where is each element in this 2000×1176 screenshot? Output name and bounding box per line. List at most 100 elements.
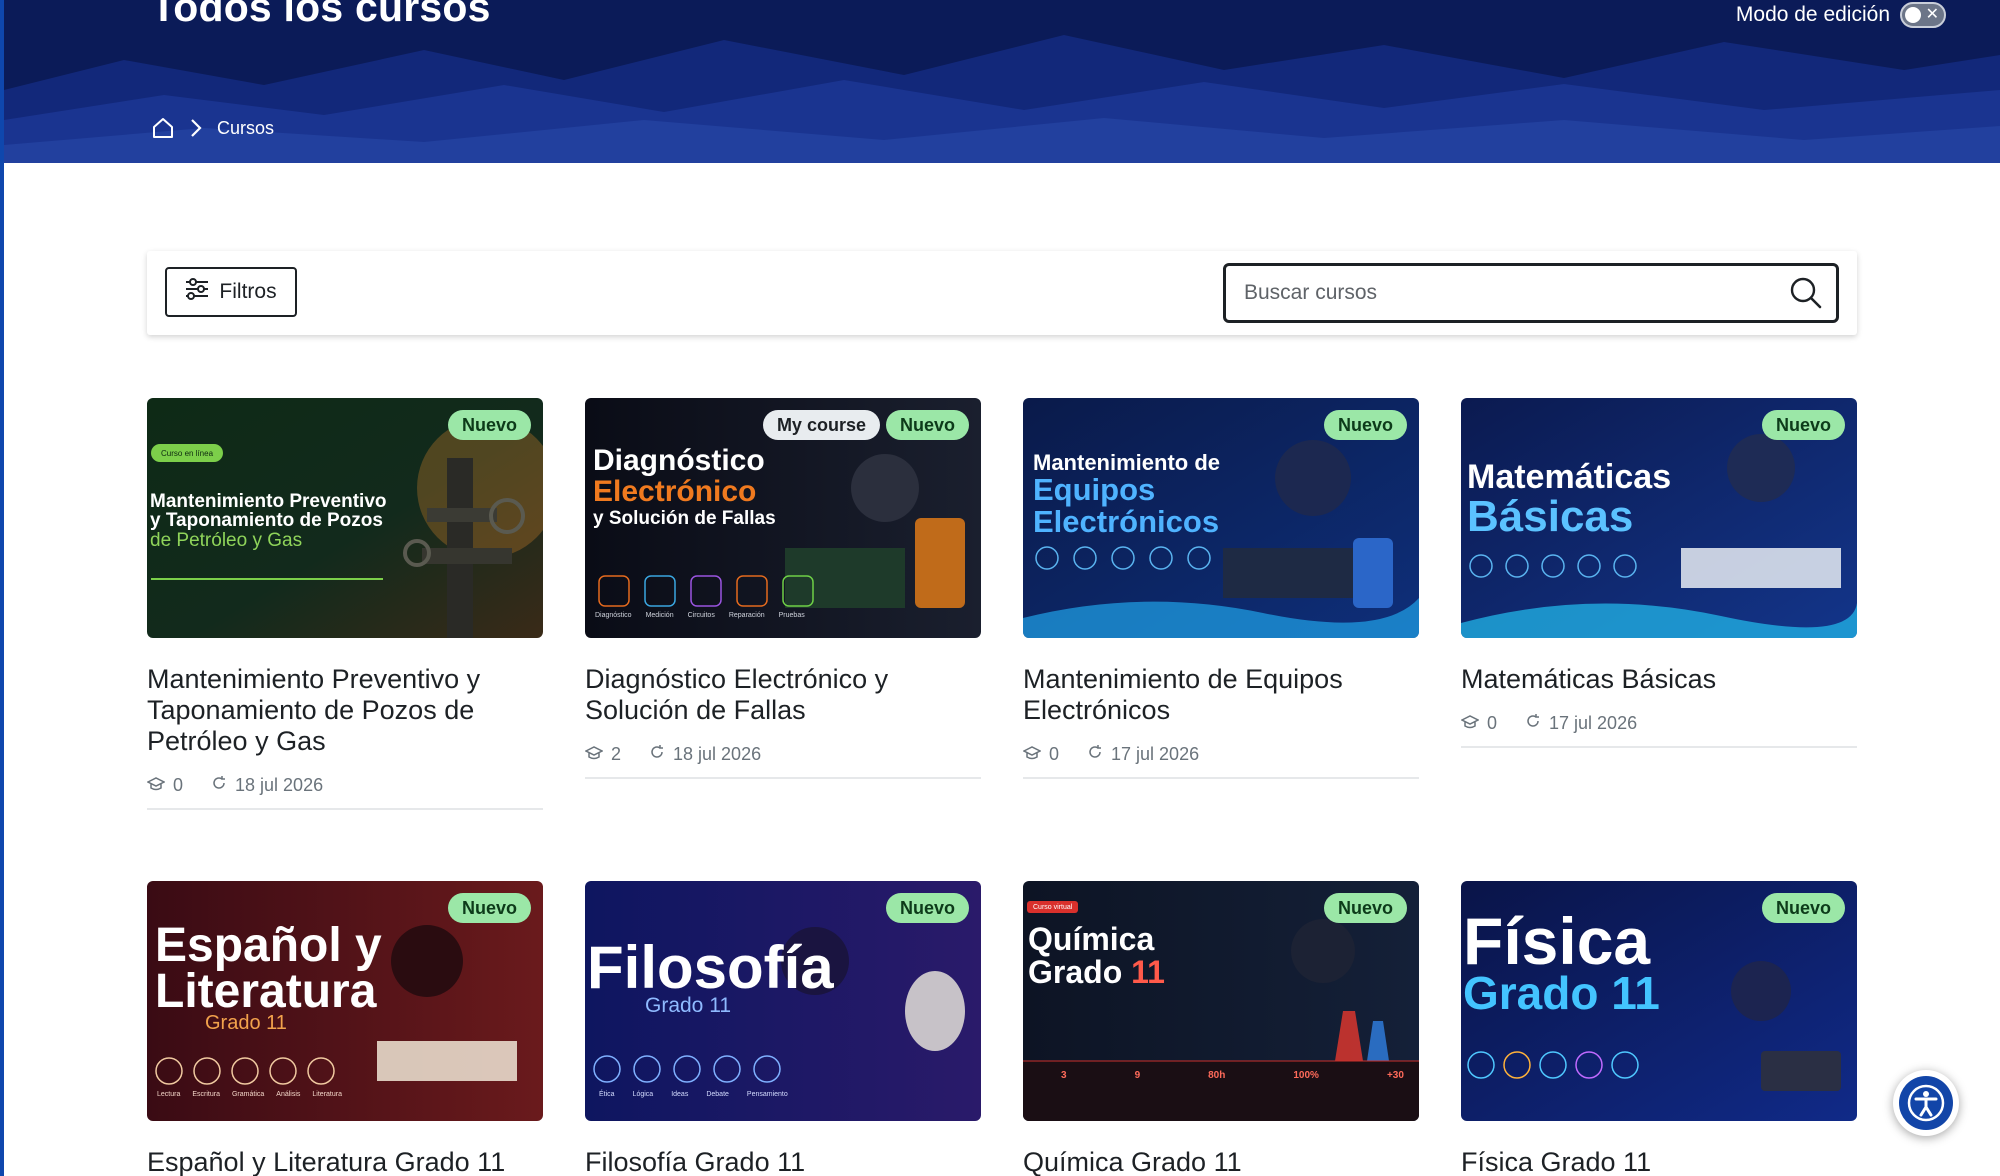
course-thumbnail[interactable]: Curso virtual Química Grado 11 3 9 80h 1… xyxy=(1023,881,1419,1121)
course-thumbnail[interactable]: Filosofía Grado 11 Ética Lógica Ideas De… xyxy=(585,881,981,1121)
thumb-line: Equipos xyxy=(1033,472,1156,508)
thumb-line: Español y xyxy=(155,919,382,972)
thumb-line: Química xyxy=(1028,921,1155,957)
new-badge: Nuevo xyxy=(1323,893,1407,923)
thumb-line: Física xyxy=(1463,904,1651,978)
home-icon[interactable] xyxy=(151,116,175,140)
edit-mode-toggle[interactable]: ✕ xyxy=(1900,2,1946,28)
my-course-badge: My course xyxy=(762,410,880,440)
course-card[interactable]: Español y Literatura Grado 11 Lectura Es… xyxy=(147,881,543,1176)
icon-label: Reparación xyxy=(728,612,765,619)
virtual-course-tag: Curso virtual xyxy=(1027,901,1079,913)
course-title[interactable]: Español y Literatura Grado 11 xyxy=(147,1147,543,1176)
course-card[interactable]: Diagnóstico Electrónico y Solución de Fa… xyxy=(584,398,981,779)
icon-label: Lectura xyxy=(157,1091,181,1098)
breadcrumb-current[interactable]: Cursos xyxy=(217,118,274,139)
thumbnail-text: Física Grado 11 xyxy=(1463,904,1660,1016)
card-divider xyxy=(147,808,543,810)
icon-label: Ética xyxy=(599,1091,615,1098)
thumb-line: Mantenimiento Preventivo xyxy=(150,491,387,512)
course-meta: 0 17 jul 2026 xyxy=(1460,713,1857,734)
search-input[interactable] xyxy=(1244,266,1764,320)
refresh-icon xyxy=(211,775,227,796)
icon-label: Medición xyxy=(645,612,674,619)
course-title[interactable]: Física Grado 11 xyxy=(1461,1147,1857,1176)
course-thumbnail[interactable]: Español y Literatura Grado 11 Lectura Es… xyxy=(147,881,543,1121)
course-title[interactable]: Mantenimiento Preventivo y Taponamiento … xyxy=(147,664,543,757)
search-icon[interactable] xyxy=(1790,277,1822,314)
thumb-line: Diagnóstico xyxy=(593,444,765,477)
thumbnail-text: Mantenimiento de Equipos Electrónicos xyxy=(1033,451,1220,538)
thumb-line: Filosofía xyxy=(587,934,834,1001)
stat-value: 100% xyxy=(1293,1070,1319,1081)
filters-button[interactable]: Filtros xyxy=(165,267,297,317)
new-badge: Nuevo xyxy=(1761,410,1845,440)
refresh-icon xyxy=(1525,713,1541,734)
course-title[interactable]: Diagnóstico Electrónico y Solución de Fa… xyxy=(585,664,981,726)
course-meta: 0 17 jul 2026 xyxy=(1022,744,1419,765)
course-thumbnail[interactable]: Diagnóstico Electrónico y Solución de Fa… xyxy=(585,398,981,638)
course-thumbnail[interactable]: Física Grado 11 Nuevo xyxy=(1461,881,1857,1121)
thumb-line: Matemáticas xyxy=(1467,458,1672,496)
icon-label: Debate xyxy=(706,1091,729,1098)
thumb-line: de Petróleo y Gas xyxy=(150,529,303,551)
students-count: 0 xyxy=(1487,713,1498,733)
students-count: 2 xyxy=(611,744,622,764)
icon-label: Pruebas xyxy=(778,612,805,619)
new-badge: Nuevo xyxy=(1323,410,1407,440)
page-title: Todos los cursos xyxy=(151,0,491,30)
accessibility-icon xyxy=(1899,1076,1953,1130)
graduation-cap-icon xyxy=(1022,744,1042,765)
icon-label: Gramática xyxy=(231,1091,265,1098)
course-filter-bar: Filtros xyxy=(147,251,1857,335)
refresh-icon xyxy=(649,744,665,765)
card-divider xyxy=(1023,777,1419,779)
new-badge: Nuevo xyxy=(885,410,969,440)
new-badge: Nuevo xyxy=(447,893,531,923)
icon-label: Circuitos xyxy=(687,612,715,619)
graduation-cap-icon xyxy=(1460,713,1480,734)
updated-date: 17 jul 2026 xyxy=(1111,744,1200,764)
chevron-right-icon xyxy=(189,117,203,139)
stat-value: 80h xyxy=(1208,1070,1226,1081)
course-card[interactable]: Física Grado 11 Nuevo Física Grado 11 xyxy=(1461,881,1857,1176)
updated-date: 17 jul 2026 xyxy=(1549,713,1638,733)
new-badge: Nuevo xyxy=(885,893,969,923)
thumbnail-text: Diagnóstico Electrónico y Solución de Fa… xyxy=(593,444,776,528)
course-card[interactable]: Mantenimiento de Equipos Electrónicos Nu… xyxy=(1022,398,1419,779)
accessibility-button[interactable] xyxy=(1893,1070,1959,1136)
course-thumbnail[interactable]: Curso en línea Mantenimiento Preventivo … xyxy=(147,398,543,638)
course-card[interactable]: Matemáticas Básicas Nuevo Matemáticas Bá… xyxy=(1460,398,1857,748)
course-thumbnail[interactable]: Matemáticas Básicas Nuevo xyxy=(1461,398,1857,638)
breadcrumb: Cursos xyxy=(151,116,274,140)
course-meta: 2 18 jul 2026 xyxy=(584,744,981,765)
icon-label: Diagnóstico xyxy=(595,612,632,619)
course-card[interactable]: Curso virtual Química Grado 11 3 9 80h 1… xyxy=(1023,881,1419,1176)
stat-value: 3 xyxy=(1061,1070,1067,1081)
course-card[interactable]: Filosofía Grado 11 Ética Lógica Ideas De… xyxy=(585,881,981,1176)
icon-label: Escritura xyxy=(192,1091,220,1098)
icon-label: Pensamiento xyxy=(746,1091,788,1098)
students-count: 0 xyxy=(173,775,184,795)
thumbnail-text: Filosofía Grado 11 xyxy=(587,934,834,1016)
students-count: 0 xyxy=(1049,744,1060,764)
course-title[interactable]: Matemáticas Básicas xyxy=(1461,664,1857,695)
course-title[interactable]: Filosofía Grado 11 xyxy=(585,1147,981,1176)
thumb-line: y Taponamiento de Pozos xyxy=(150,510,383,532)
course-card[interactable]: Curso en línea Mantenimiento Preventivo … xyxy=(146,398,543,810)
page-header: Todos los cursos Modo de edición ✕ Curso… xyxy=(4,0,2000,163)
icon-label: Lógica xyxy=(632,1091,654,1098)
updated-date: 18 jul 2026 xyxy=(673,744,762,764)
edit-mode-label: Modo de edición xyxy=(1735,3,1890,26)
course-title[interactable]: Mantenimiento de Equipos Electrónicos xyxy=(1023,664,1419,726)
card-divider xyxy=(1461,746,1857,748)
filters-label: Filtros xyxy=(219,280,277,303)
course-title[interactable]: Química Grado 11 xyxy=(1023,1147,1419,1176)
thumbnail-text: Español y Literatura Grado 11 xyxy=(155,919,382,1033)
course-thumbnail[interactable]: Mantenimiento de Equipos Electrónicos Nu… xyxy=(1023,398,1419,638)
thumbnail-text: Matemáticas Básicas xyxy=(1467,460,1671,540)
graduation-cap-icon xyxy=(146,775,166,796)
card-divider xyxy=(585,777,981,779)
stat-value: 9 xyxy=(1134,1070,1141,1081)
edit-mode-control: Modo de edición ✕ xyxy=(1736,2,1946,28)
